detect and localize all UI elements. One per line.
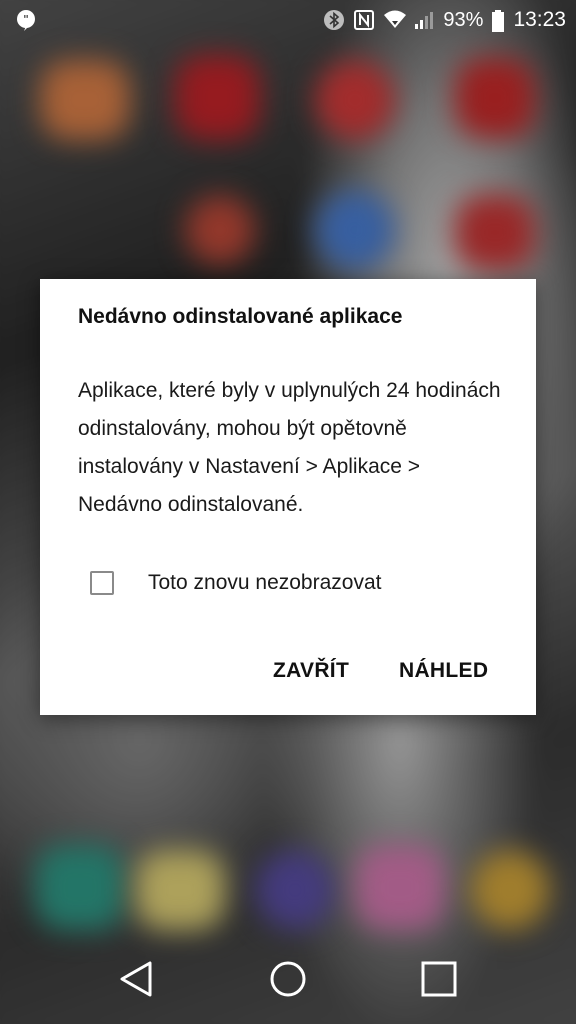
navigation-bar <box>0 934 576 1024</box>
status-bar: " 93% 13:23 <box>0 0 576 40</box>
back-icon[interactable] <box>112 954 162 1004</box>
dont-show-again-checkbox[interactable] <box>90 571 114 595</box>
dialog-title: Nedávno odinstalované aplikace <box>78 305 403 328</box>
preview-button[interactable]: NÁHLED <box>399 659 488 683</box>
screen: " 93% 13:23 Nedávno odinstalované aplika… <box>0 0 576 1024</box>
close-button[interactable]: ZAVŘÍT <box>273 659 349 683</box>
dialog: Nedávno odinstalované aplikace Aplikace,… <box>40 279 536 715</box>
home-icon[interactable] <box>263 954 313 1004</box>
hangouts-icon: " <box>14 8 38 37</box>
dialog-message: Aplikace, které byly v uplynulých 24 hod… <box>78 379 501 516</box>
battery-icon <box>491 9 505 32</box>
bluetooth-icon <box>323 9 345 31</box>
recents-icon[interactable] <box>414 954 464 1004</box>
clock: 13:23 <box>513 8 566 31</box>
battery-percent: 93% <box>443 8 484 31</box>
signal-icon <box>413 9 435 31</box>
svg-text:": " <box>23 13 29 26</box>
wifi-icon <box>383 9 407 31</box>
dont-show-again-label[interactable]: Toto znovu nezobrazovat <box>148 571 381 595</box>
dont-show-again-row[interactable]: Toto znovu nezobrazovat <box>90 571 381 595</box>
nfc-icon <box>353 9 375 31</box>
